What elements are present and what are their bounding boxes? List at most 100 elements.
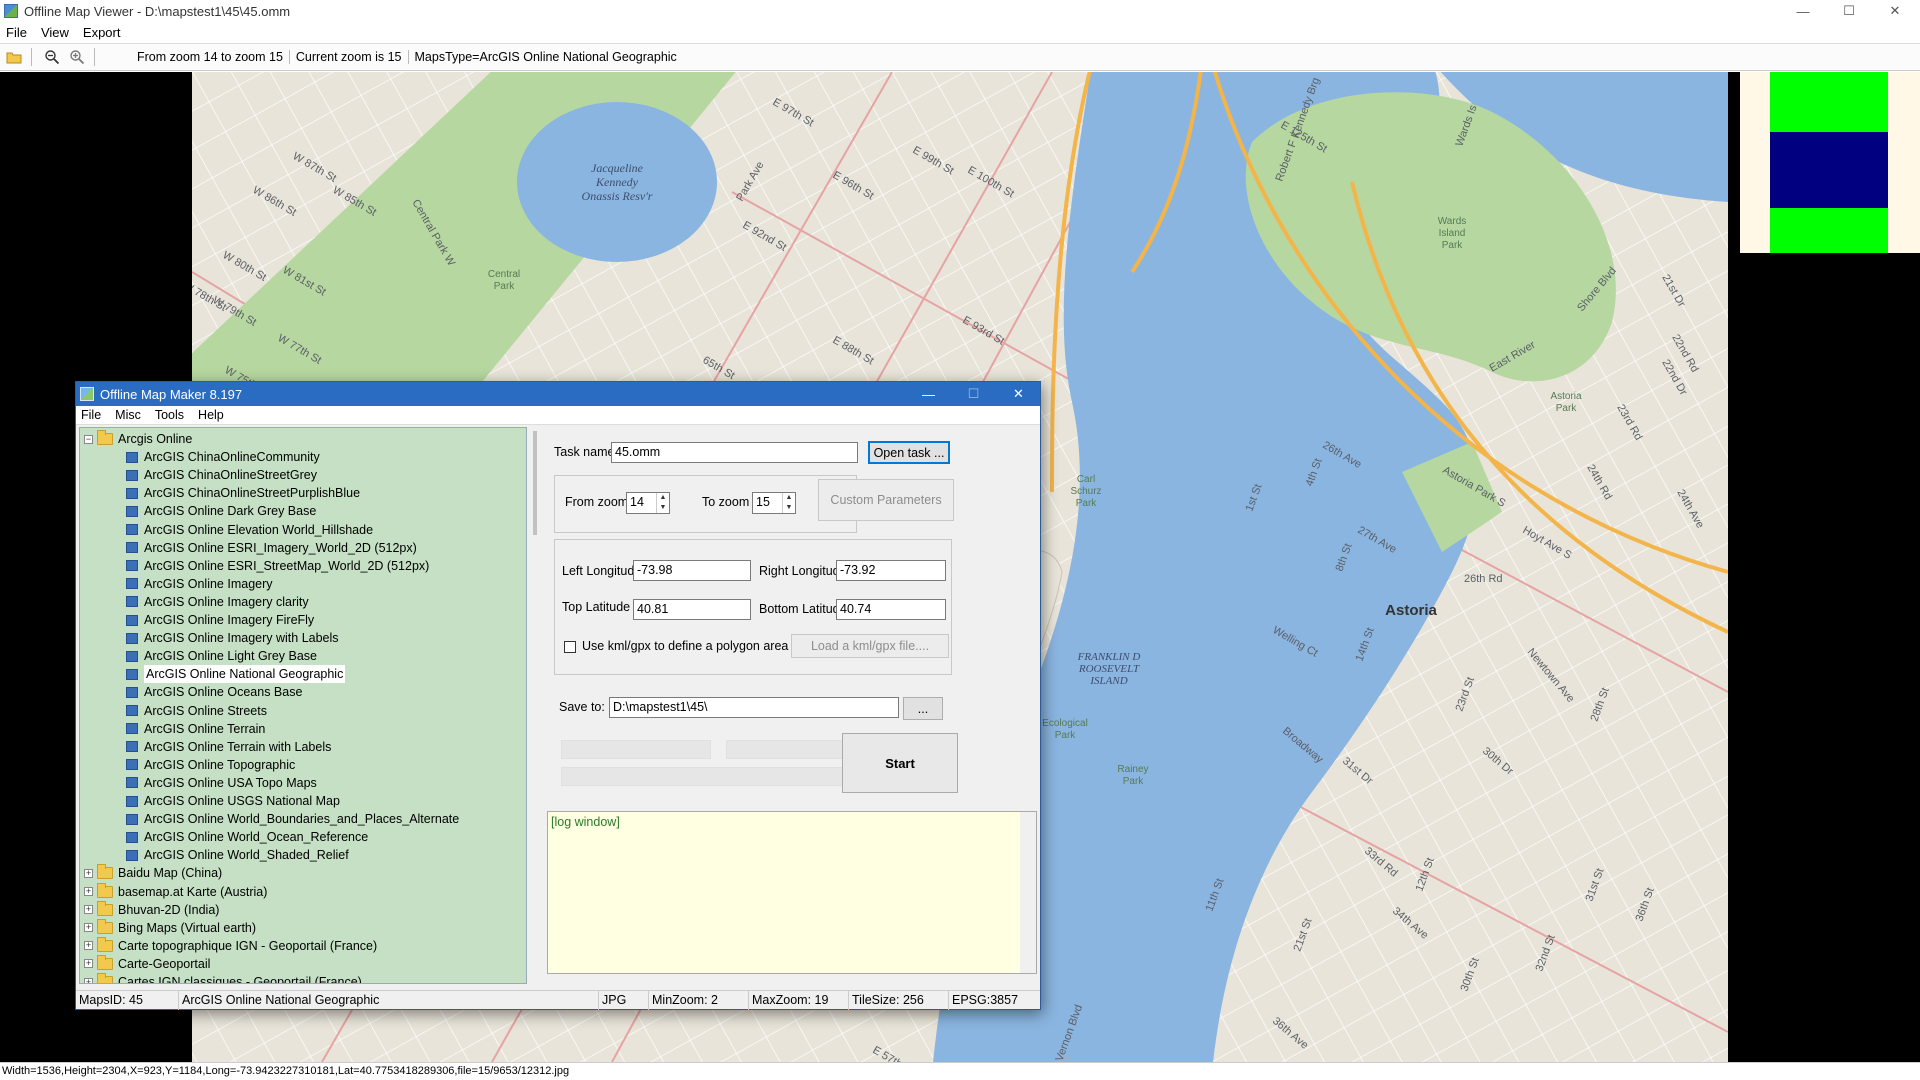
expand-icon[interactable]: +	[84, 905, 93, 915]
tree-scrollbar[interactable]	[528, 427, 544, 984]
tree-folder[interactable]: + Cartes IGN classiques - Geoportail (Fra…	[84, 973, 362, 983]
dialog-menu-misc[interactable]: Misc	[115, 408, 141, 422]
tree-folder-arcgis-online[interactable]: − Arcgis Online	[84, 430, 192, 448]
tree-scrollbar-thumb[interactable]	[533, 431, 537, 535]
tree-item[interactable]: ArcGIS Online Streets	[126, 702, 267, 720]
tree-item[interactable]: ArcGIS Online National Geographic	[126, 665, 346, 684]
tree-item[interactable]: ArcGIS Online Imagery FireFly	[126, 611, 314, 629]
tree-item[interactable]: ArcGIS ChinaOnlineStreetPurplishBlue	[126, 484, 360, 502]
main-toolbar: From zoom 14 to zoom 15 Current zoom is …	[0, 43, 1920, 71]
map-layer-icon	[126, 705, 138, 716]
map-layer-icon	[126, 686, 138, 698]
log-scrollbar[interactable]	[1020, 812, 1036, 973]
tree-item[interactable]: ArcGIS Online World_Shaded_Relief	[126, 846, 349, 864]
expand-icon[interactable]: +	[84, 941, 93, 951]
open-folder-icon[interactable]	[3, 46, 25, 68]
toolbar-separator	[94, 48, 95, 66]
minimize-button[interactable]: —	[1780, 0, 1826, 22]
menu-export[interactable]: Export	[83, 25, 121, 40]
folder-icon	[97, 900, 113, 916]
dialog-menu-file[interactable]: File	[81, 408, 101, 422]
load-kml-button[interactable]: Load a kml/gpx file....	[791, 634, 949, 658]
tree-item-label: ArcGIS Online World_Boundaries_and_Place…	[144, 812, 460, 827]
expand-icon[interactable]: +	[84, 868, 93, 878]
tree-item[interactable]: ArcGIS Online Imagery with Labels	[126, 629, 339, 647]
tree-item[interactable]: ArcGIS Online USA Topo Maps	[126, 774, 317, 792]
folder-icon	[97, 918, 113, 934]
from-zoom-spinner[interactable]: 14 ▲ ▼	[626, 492, 670, 514]
log-text: [log window]	[551, 815, 620, 829]
custom-parameters-button[interactable]: Custom Parameters	[818, 479, 954, 521]
tree-folder[interactable]: + Carte topographique IGN - Geoportail (F…	[84, 936, 377, 955]
tree-item-label: ArcGIS Online World_Shaded_Relief	[144, 848, 349, 863]
tree-folder[interactable]: + Carte-Geoportail	[84, 954, 210, 973]
expand-icon[interactable]: +	[84, 887, 93, 896]
expand-icon[interactable]: +	[84, 959, 93, 969]
expand-icon[interactable]: +	[84, 977, 93, 983]
tree-folder[interactable]: + basemap.at Karte (Austria)	[84, 882, 268, 901]
dialog-close-button[interactable]: ✕	[996, 382, 1041, 406]
minimap[interactable]	[1740, 72, 1920, 253]
right-longitude-input[interactable]: -73.92	[836, 560, 946, 581]
bottom-latitude-input[interactable]: 40.74	[836, 599, 946, 620]
save-to-input[interactable]: D:\mapstest1\45\	[609, 697, 899, 718]
collapse-icon[interactable]: −	[84, 434, 93, 444]
svg-text:Ecological: Ecological	[1042, 718, 1088, 729]
svg-text:26th Rd: 26th Rd	[1464, 573, 1503, 585]
tree-item[interactable]: ArcGIS Online Terrain with Labels	[126, 738, 331, 756]
svg-text:ROOSEVELT: ROOSEVELT	[1078, 663, 1140, 675]
menu-view[interactable]: View	[41, 25, 69, 40]
svg-text:Wards: Wards	[1438, 216, 1467, 227]
close-button[interactable]: ✕	[1872, 0, 1918, 22]
start-button[interactable]: Start	[842, 733, 958, 793]
tree-folder[interactable]: + Bing Maps (Virtual earth)	[84, 918, 256, 937]
to-zoom-spinner[interactable]: 15 ▲ ▼	[752, 492, 796, 514]
tree-item[interactable]: ArcGIS Online USGS National Map	[126, 792, 340, 810]
offline-map-maker-dialog: Offline Map Maker 8.197 — ☐ ✕ File Misc …	[75, 381, 1041, 1010]
tree-item[interactable]: ArcGIS Online World_Ocean_Reference	[126, 828, 368, 846]
tree-item[interactable]: ArcGIS Online Imagery	[126, 575, 273, 593]
dialog-menu-help[interactable]: Help	[198, 408, 224, 422]
dialog-minimize-button[interactable]: —	[906, 382, 951, 406]
tree-item-label: ArcGIS Online Imagery with Labels	[144, 631, 339, 646]
browse-button[interactable]: ...	[903, 697, 943, 720]
log-window[interactable]: [log window]	[547, 811, 1037, 974]
expand-icon[interactable]: +	[84, 923, 93, 933]
menu-file[interactable]: File	[6, 25, 27, 40]
tree-item[interactable]: ArcGIS ChinaOnlineCommunity	[126, 448, 320, 466]
top-latitude-input[interactable]: 40.81	[633, 599, 751, 620]
tree-item[interactable]: ArcGIS Online Topographic	[126, 756, 295, 774]
spinner-arrows-icon[interactable]: ▲ ▼	[656, 493, 669, 513]
tree-item-label: ArcGIS Online Streets	[144, 703, 267, 718]
map-source-tree[interactable]: − Arcgis Online ArcGIS ChinaOnlineCommunit…	[79, 427, 527, 984]
zoom-out-icon[interactable]	[41, 46, 63, 68]
tree-item[interactable]: ArcGIS Online Light Grey Base	[126, 647, 317, 665]
tree-item[interactable]: ArcGIS Online Terrain	[126, 720, 265, 738]
task-name-input[interactable]: 45.omm	[611, 442, 858, 463]
tree-item[interactable]: ArcGIS Online Imagery clarity	[126, 593, 309, 611]
dialog-maximize-button[interactable]: ☐	[951, 382, 996, 406]
progress-bar-1	[561, 740, 711, 759]
kml-checkbox[interactable]	[564, 641, 576, 653]
dialog-menu-tools[interactable]: Tools	[155, 408, 184, 422]
tree-item[interactable]: ArcGIS Online Elevation World_Hillshade	[126, 521, 373, 539]
spinner-arrows-icon[interactable]: ▲ ▼	[782, 493, 795, 513]
tree-item[interactable]: ArcGIS ChinaOnlineStreetGrey	[126, 466, 317, 484]
open-task-button[interactable]: Open task ...	[868, 441, 950, 464]
tree-item[interactable]: ArcGIS Online World_Boundaries_and_Place…	[126, 810, 459, 828]
zoom-in-icon[interactable]	[66, 46, 88, 68]
tree-item[interactable]: ArcGIS Online ESRI_StreetMap_World_2D (5…	[126, 557, 429, 575]
tree-item[interactable]: ArcGIS Online Oceans Base	[126, 683, 302, 701]
left-longitude-input[interactable]: -73.98	[633, 560, 751, 581]
tree-folder[interactable]: + Baidu Map (China)	[84, 864, 222, 882]
minimap-tile-top	[1770, 72, 1888, 132]
status-maps-id: MapsID: 45	[76, 990, 179, 1010]
tree-item[interactable]: ArcGIS Online Dark Grey Base	[126, 502, 316, 520]
maximize-button[interactable]: ☐	[1826, 0, 1872, 22]
tree-folder-label: basemap.at Karte (Austria)	[118, 884, 268, 899]
tree-item-label: ArcGIS Online Terrain	[144, 721, 266, 736]
tree-folder[interactable]: + Bhuvan-2D (India)	[84, 900, 219, 919]
tree-item[interactable]: ArcGIS Online ESRI_Imagery_World_2D (512…	[126, 539, 417, 557]
dialog-titlebar[interactable]: Offline Map Maker 8.197 — ☐ ✕	[76, 382, 1040, 406]
save-to-label: Save to:	[559, 700, 605, 714]
